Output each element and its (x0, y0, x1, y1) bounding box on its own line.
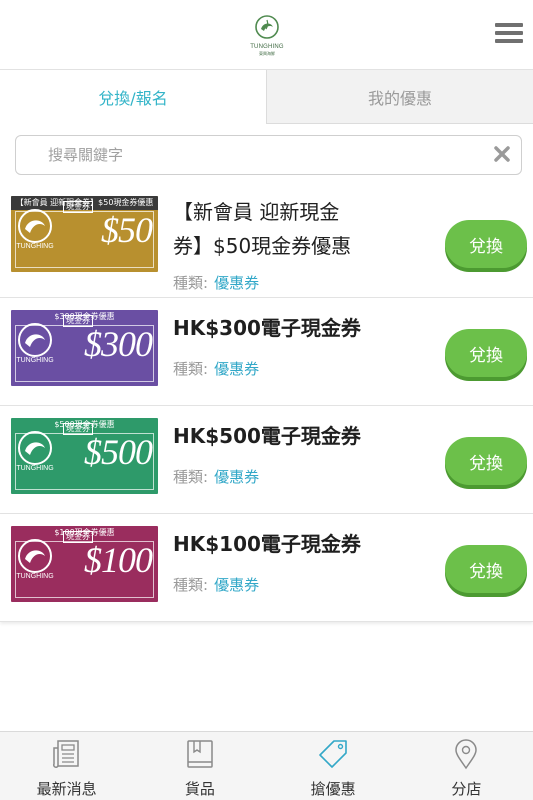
redeem-button[interactable]: 兌換 (445, 220, 527, 268)
search-bar (15, 135, 522, 175)
nav-label: 搶優惠 (310, 780, 356, 798)
logo-emblem-icon (255, 15, 279, 39)
nav-label: 最新消息 (36, 780, 97, 798)
category-value: 優惠券 (214, 360, 260, 378)
category-label: 種類: (173, 576, 209, 594)
category-value: 優惠券 (214, 576, 260, 594)
newspaper-icon (52, 740, 79, 768)
tab-bar: 兌換/報名 我的優惠 (0, 70, 533, 124)
coupon-category: 種類: 優惠券 (173, 466, 259, 487)
voucher-image[interactable]: $300現金券優惠 TUNGHING 現金券 $300 (11, 310, 158, 386)
nav-label: 分店 (451, 780, 482, 798)
tab-redeem-signup[interactable]: 兌換/報名 (0, 70, 266, 124)
bottom-nav: 最新消息 貨品 搶優惠 分店 (0, 731, 533, 800)
logo-brand-text: TUNGHING (250, 44, 284, 50)
map-pin-icon (455, 739, 478, 770)
nav-item-news[interactable]: 最新消息 (0, 732, 133, 800)
logo-emblem-icon (18, 431, 52, 465)
category-label: 種類: (173, 274, 209, 292)
tag-icon (319, 740, 347, 768)
voucher-image[interactable]: $100現金券優惠 TUNGHING 現金券 $100 (11, 526, 158, 602)
coupon-category: 種類: 優惠券 (173, 272, 259, 293)
coupon-title[interactable]: HK$500電子現金券 (173, 419, 418, 453)
logo-sub-text: 東興海鮮 (259, 51, 275, 56)
coupon-title-line: HK$300電子現金券 (173, 316, 361, 340)
logo-emblem-icon (18, 323, 52, 357)
coupon-title-line: 【新會員 迎新現金 (173, 200, 340, 224)
redeem-button[interactable]: 兌換 (445, 329, 527, 377)
category-label: 種類: (173, 468, 209, 486)
coupon-category: 種類: 優惠券 (173, 574, 259, 595)
list-item: 【新會員 迎新現金券】$50現金券優惠 TUNGHING 現金券 $50 【新會… (0, 190, 533, 298)
logo-emblem-icon (18, 539, 52, 573)
voucher-amount: $500 (84, 432, 153, 472)
nav-item-stores[interactable]: 分店 (400, 732, 533, 800)
list-item: $100現金券優惠 TUNGHING 現金券 $100 HK$100電子現金券 … (0, 514, 533, 622)
list-item: $300現金券優惠 TUNGHING 現金券 $300 HK$300電子現金券 … (0, 298, 533, 406)
search-input[interactable] (48, 136, 488, 174)
category-label: 種類: (173, 360, 209, 378)
nav-item-deals[interactable]: 搶優惠 (267, 732, 400, 800)
redeem-button[interactable]: 兌換 (445, 545, 527, 593)
nav-item-products[interactable]: 貨品 (133, 732, 266, 800)
coupon-category: 種類: 優惠券 (173, 358, 259, 379)
voucher-amount: $100 (84, 540, 153, 580)
hamburger-icon[interactable] (495, 23, 523, 45)
coupon-title-line: HK$100電子現金券 (173, 532, 361, 556)
voucher-tag: 現金券 (63, 201, 93, 213)
voucher-brand: TUNGHING (16, 243, 54, 250)
app-header: TUNGHING 東興海鮮 (0, 0, 533, 70)
coupon-title-line: HK$500電子現金券 (173, 424, 361, 448)
category-value: 優惠券 (214, 468, 260, 486)
voucher-brand: TUNGHING (16, 357, 54, 364)
tab-my-offers[interactable]: 我的優惠 (266, 70, 533, 124)
redeem-button[interactable]: 兌換 (445, 437, 527, 485)
voucher-amount: $300 (84, 324, 153, 364)
coupon-title[interactable]: 【新會員 迎新現金 券】$50現金券優惠 (173, 195, 418, 263)
logo-emblem-icon (18, 209, 52, 243)
book-icon (187, 740, 213, 768)
coupon-list: 【新會員 迎新現金券】$50現金券優惠 TUNGHING 現金券 $50 【新會… (0, 190, 533, 622)
coupon-title[interactable]: HK$300電子現金券 (173, 311, 418, 345)
list-item: $500現金券優惠 TUNGHING 現金券 $500 HK$500電子現金券 … (0, 406, 533, 514)
voucher-brand: TUNGHING (16, 573, 54, 580)
nav-label: 貨品 (184, 780, 215, 798)
voucher-image[interactable]: $500現金券優惠 TUNGHING 現金券 $500 (11, 418, 158, 494)
coupon-title[interactable]: HK$100電子現金券 (173, 527, 418, 561)
close-icon[interactable] (493, 145, 511, 163)
voucher-brand: TUNGHING (16, 465, 54, 472)
brand-logo[interactable]: TUNGHING 東興海鮮 (249, 14, 285, 58)
coupon-title-line: 券】$50現金券優惠 (173, 234, 352, 258)
category-value: 優惠券 (214, 274, 260, 292)
voucher-amount: $50 (101, 210, 153, 250)
voucher-image[interactable]: 【新會員 迎新現金券】$50現金券優惠 TUNGHING 現金券 $50 (11, 196, 158, 272)
